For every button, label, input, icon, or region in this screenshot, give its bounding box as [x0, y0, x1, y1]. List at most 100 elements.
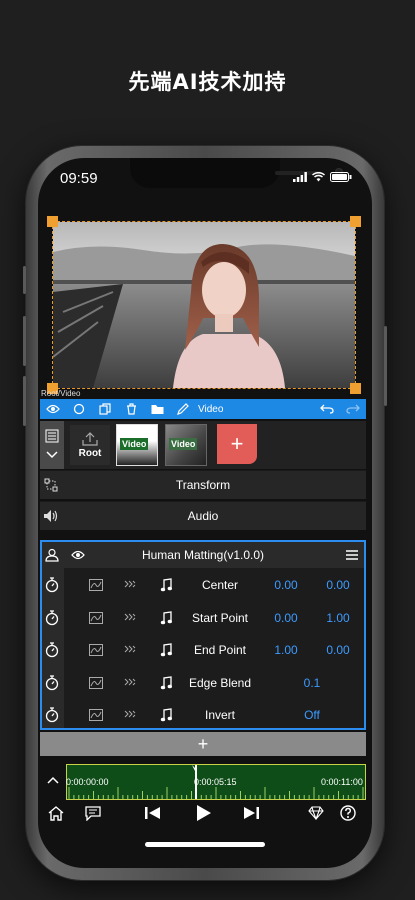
keyframe-stopwatch-icon[interactable]: [45, 609, 59, 626]
upload-icon: [82, 431, 98, 446]
resize-handle-top-left[interactable]: [47, 216, 58, 227]
music-note-icon[interactable]: [160, 578, 172, 592]
curve-graph-icon[interactable]: [89, 676, 103, 689]
layer-menu-button[interactable]: [40, 421, 64, 469]
signal-icon: [293, 172, 307, 182]
copy-button[interactable]: [92, 399, 118, 419]
timeline-start-time: 0:00:00:00: [66, 777, 109, 787]
breadcrumb[interactable]: Root/Video: [41, 389, 80, 398]
step-forward-icon[interactable]: [242, 806, 260, 820]
effect-param-row[interactable]: End Point 1.00 0.00: [42, 634, 364, 666]
premium-gem-icon[interactable]: [308, 806, 324, 820]
undo-icon: [320, 404, 334, 414]
play-icon[interactable]: [196, 804, 212, 822]
add-effect-button[interactable]: +: [40, 732, 366, 756]
power-button: [384, 326, 387, 406]
timeline-end-time: 0:00:11:00: [321, 777, 363, 787]
notch: [130, 158, 343, 188]
promo-headline: 先端AI技术加持: [128, 70, 287, 94]
clip-label-2: Video: [169, 438, 198, 450]
battery-icon: [330, 172, 352, 182]
keyframe-stopwatch-icon[interactable]: [45, 675, 59, 691]
clip-label-1: Video: [120, 438, 149, 450]
curve-graph-icon[interactable]: [89, 709, 103, 722]
home-indicator[interactable]: [145, 842, 265, 847]
effect-header: Human Matting(v1.0.0): [42, 542, 364, 568]
redo-icon: [346, 404, 360, 414]
easing-icon[interactable]: [124, 709, 136, 721]
bottom-controls: [38, 802, 372, 828]
add-layer-button[interactable]: +: [217, 424, 257, 464]
trash-icon: [126, 403, 136, 415]
mute-switch: [23, 266, 26, 294]
music-note-icon[interactable]: [160, 708, 172, 722]
collapse-timeline-icon[interactable]: [47, 776, 59, 784]
video-preview[interactable]: [47, 216, 361, 394]
param-value[interactable]: 0.1: [282, 676, 342, 690]
param-value-y[interactable]: 1.00: [314, 611, 362, 625]
help-icon[interactable]: [340, 805, 356, 821]
param-value-x[interactable]: 0.00: [264, 578, 308, 592]
effect-param-row[interactable]: Center 0.00 0.00: [42, 569, 364, 601]
resize-handle-top-right[interactable]: [350, 216, 361, 227]
param-name: Invert: [204, 708, 235, 723]
undo-button[interactable]: [314, 399, 340, 419]
audio-section[interactable]: Audio: [40, 501, 366, 530]
effect-param-row[interactable]: Invert Off: [42, 699, 364, 731]
param-value-y[interactable]: 0.00: [314, 578, 362, 592]
param-name: Center: [201, 578, 239, 592]
circle-icon: [73, 403, 85, 415]
easing-icon[interactable]: [124, 677, 136, 689]
preview-image: [53, 222, 355, 388]
visibility-toggle[interactable]: [40, 399, 66, 419]
curve-graph-icon[interactable]: [89, 611, 103, 624]
menu-icon[interactable]: [346, 550, 358, 560]
circle-tool-button[interactable]: [66, 399, 92, 419]
keyframe-stopwatch-icon[interactable]: [45, 642, 59, 658]
resize-handle-bottom-right[interactable]: [350, 383, 361, 394]
param-name: End Point: [193, 643, 247, 658]
audio-title: Audio: [187, 509, 219, 523]
keyframe-stopwatch-icon[interactable]: [45, 577, 59, 593]
video-clip-2[interactable]: Video: [165, 424, 207, 466]
effect-param-row[interactable]: Edge Blend 0.1: [42, 667, 364, 699]
eye-icon: [46, 404, 60, 414]
param-name: Edge Blend: [188, 675, 252, 690]
status-icons: [293, 172, 352, 182]
layer-strip: Root Video Video +: [40, 421, 366, 469]
delete-button[interactable]: [118, 399, 144, 419]
comment-icon[interactable]: [85, 806, 101, 821]
easing-icon[interactable]: [124, 644, 136, 656]
home-icon[interactable]: [48, 806, 64, 821]
easing-icon[interactable]: [124, 579, 136, 591]
volume-down-button: [23, 376, 26, 426]
redo-button[interactable]: [340, 399, 366, 419]
param-value[interactable]: Off: [282, 708, 342, 722]
folder-icon: [151, 404, 163, 414]
effect-title: Human Matting(v1.0.0): [141, 548, 265, 562]
param-value-y[interactable]: 0.00: [314, 643, 362, 657]
easing-icon[interactable]: [124, 612, 136, 624]
music-note-icon[interactable]: [160, 643, 172, 657]
volume-up-button: [23, 316, 26, 366]
chevron-down-icon: [46, 451, 58, 459]
curve-graph-icon[interactable]: [89, 579, 103, 591]
keyframe-stopwatch-icon[interactable]: [45, 707, 59, 723]
step-back-icon[interactable]: [144, 806, 162, 820]
root-layer[interactable]: Root: [70, 425, 110, 465]
param-value-x[interactable]: 1.00: [264, 643, 308, 657]
copy-icon: [99, 403, 111, 415]
param-value-x[interactable]: 0.00: [264, 611, 308, 625]
video-clip-1[interactable]: Video: [116, 424, 158, 466]
rename-button[interactable]: [170, 399, 196, 419]
transform-section[interactable]: Transform: [40, 470, 366, 499]
curve-graph-icon[interactable]: [89, 644, 103, 657]
effect-param-row[interactable]: Start Point 0.00 1.00: [42, 602, 364, 634]
human-matting-effect: Human Matting(v1.0.0) Center 0.00 0.00 Star…: [40, 540, 366, 730]
music-note-icon[interactable]: [160, 610, 172, 625]
timeline[interactable]: 0:00:00:00 0:00:05:15 0:00:11:00: [66, 764, 366, 800]
root-layer-label: Root: [78, 447, 102, 459]
folder-button[interactable]: [144, 399, 170, 419]
music-note-icon[interactable]: [160, 676, 172, 690]
layer-toolbar: Video: [40, 399, 366, 419]
